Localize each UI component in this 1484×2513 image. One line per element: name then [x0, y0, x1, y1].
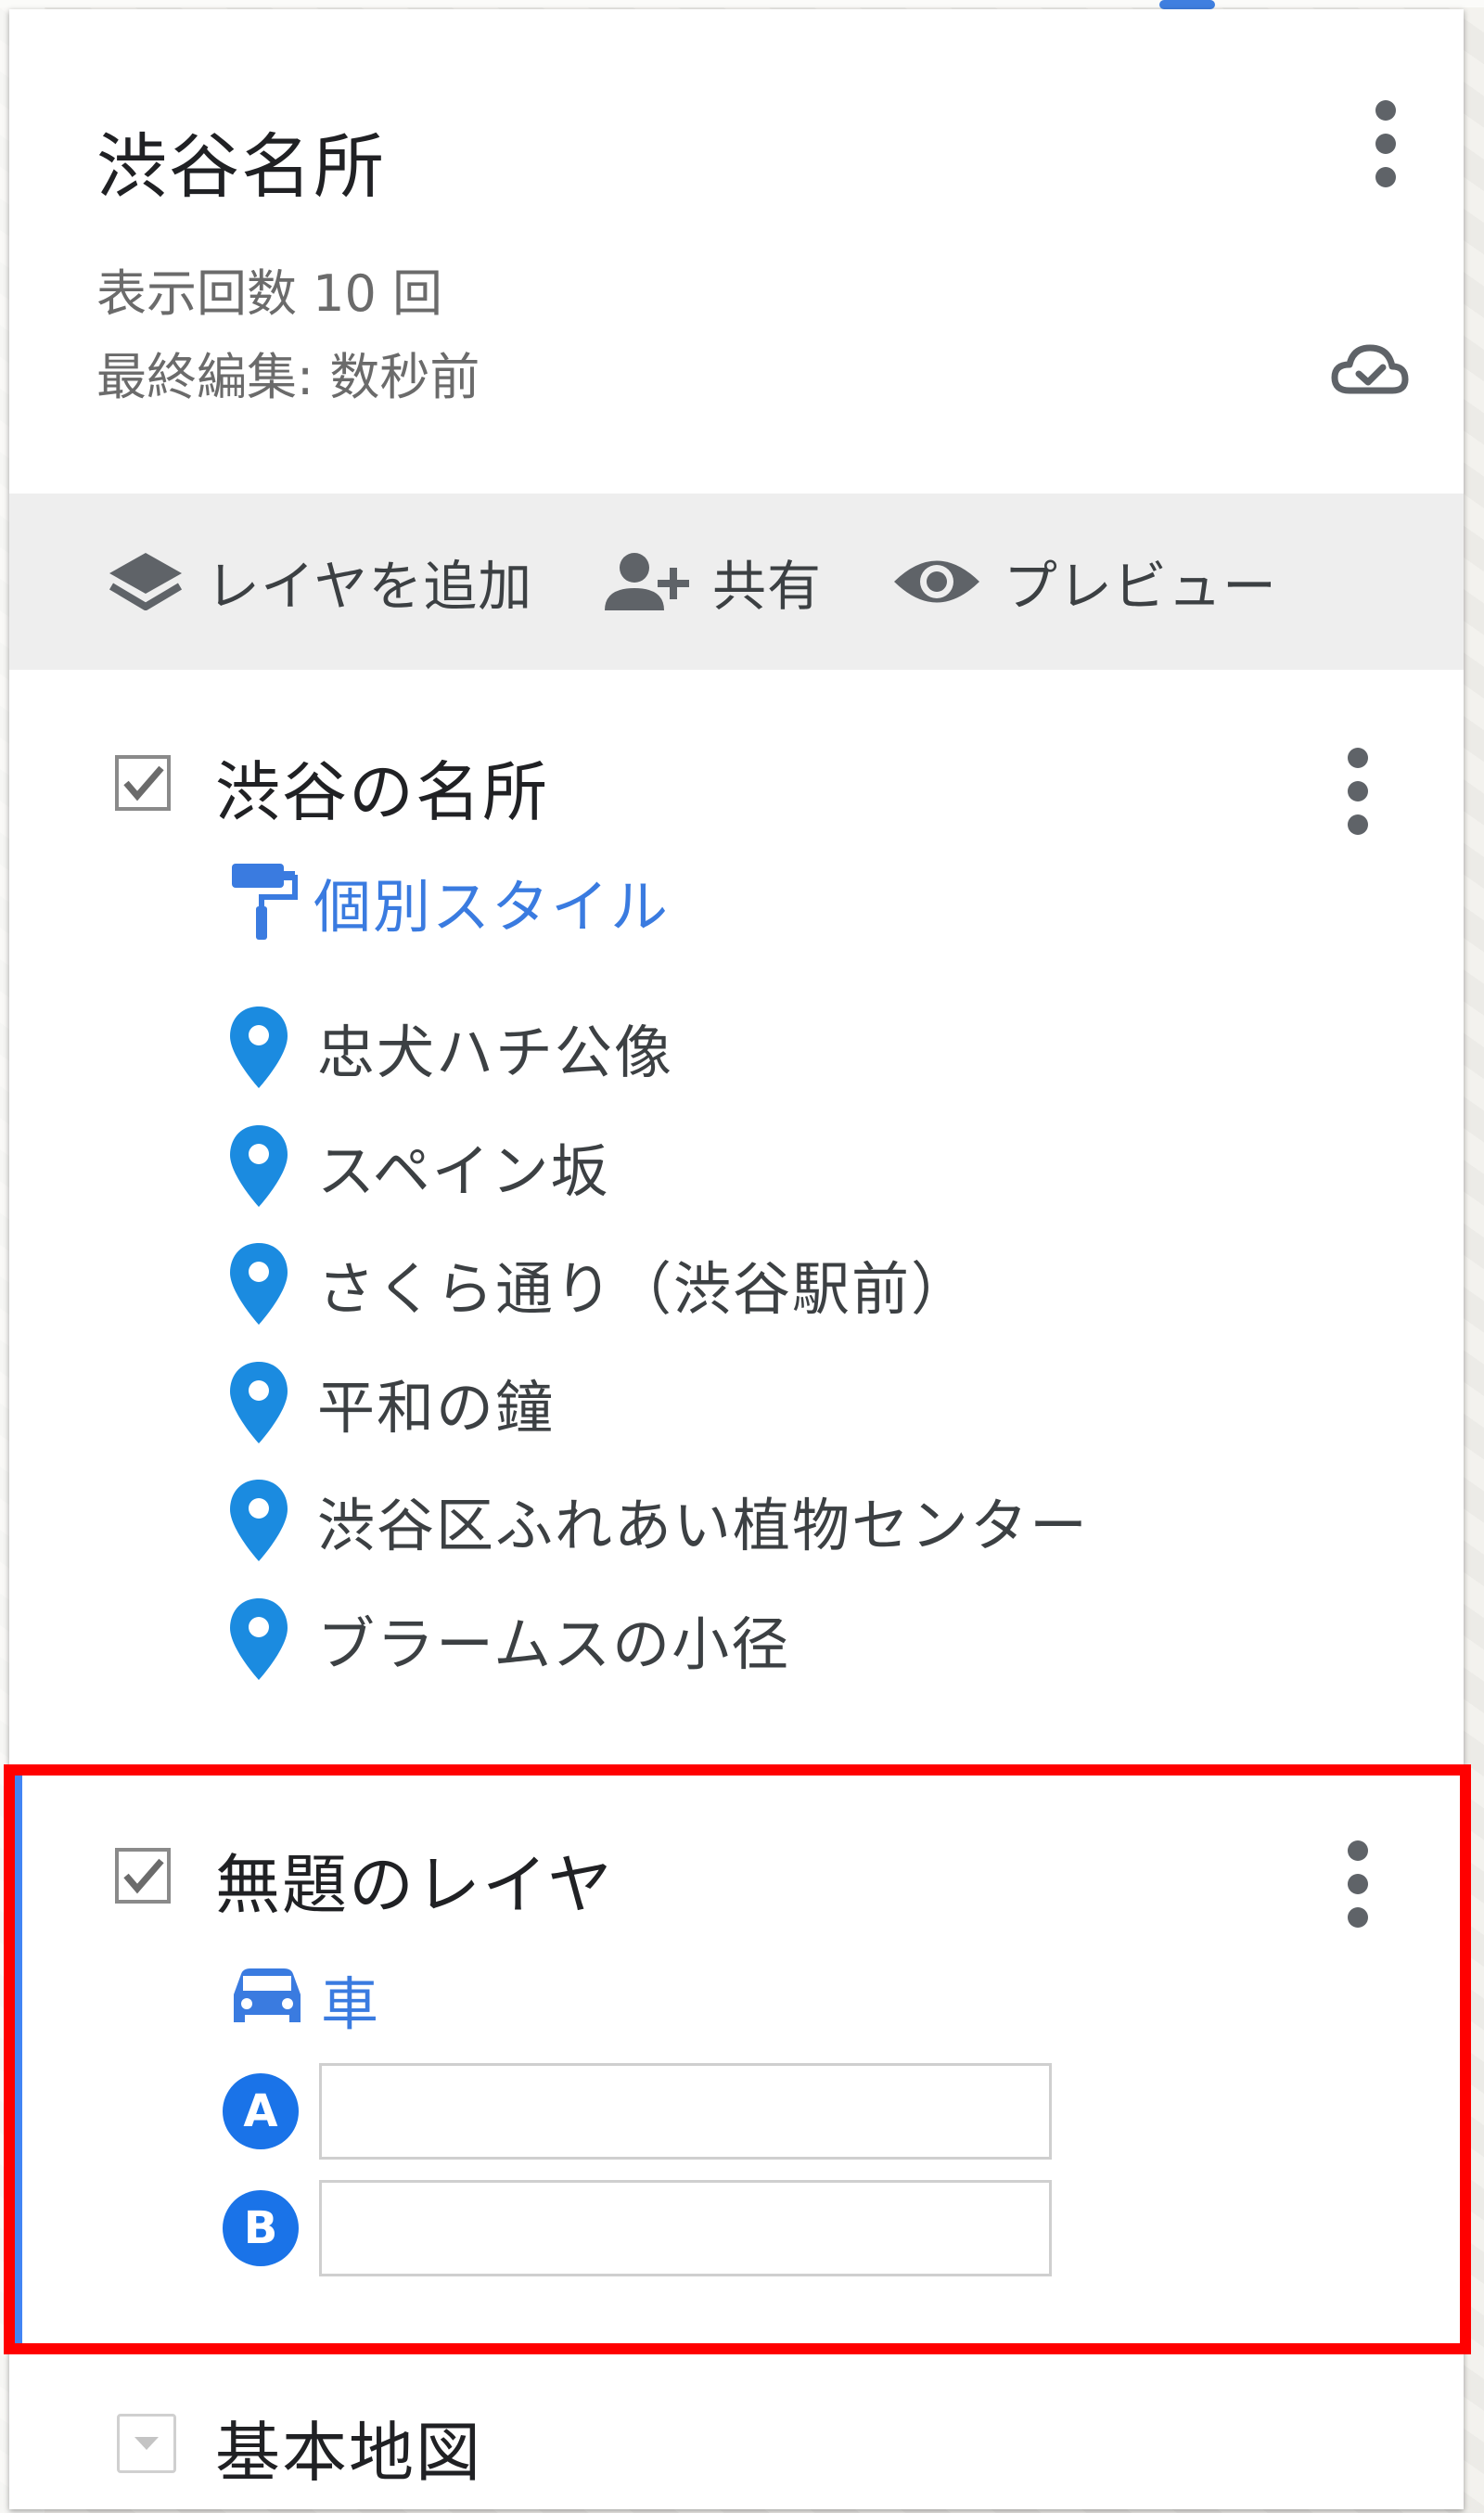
- map-editor-panel: 渋谷名所 表示回数 10 回 最終編集: 数秒前 レイヤを追加 共有 プレビュー…: [9, 9, 1464, 2509]
- base-map-section: 基本地図: [9, 2347, 1464, 2509]
- add-layer-button[interactable]: レイヤを追加: [106, 494, 532, 670]
- map-pin-icon: [230, 1480, 288, 1561]
- place-name: ブラームスの小径: [317, 1610, 791, 1678]
- map-road: [0, 0, 1484, 7]
- place-item[interactable]: スペイン坂: [226, 1115, 610, 1217]
- layer-options-menu-button[interactable]: [1331, 742, 1387, 844]
- travel-mode-link[interactable]: 車: [228, 1957, 380, 2041]
- place-item[interactable]: 渋谷区ふれあい植物センター: [226, 1469, 1089, 1571]
- map-pin-icon: [230, 1243, 288, 1325]
- place-item[interactable]: 平和の鐘: [226, 1352, 555, 1454]
- waypoint-a-row: A: [223, 2063, 1052, 2160]
- layers-icon: [109, 553, 183, 610]
- waypoint-a-badge: A: [223, 2073, 299, 2149]
- more-vert-icon: [1375, 134, 1396, 154]
- place-item[interactable]: ブラームスの小径: [226, 1588, 790, 1690]
- more-vert-icon: [1348, 781, 1368, 801]
- place-item[interactable]: さくら通り（渋谷駅前）: [226, 1233, 970, 1335]
- layer-title[interactable]: 無題のレイヤ: [215, 1833, 614, 1927]
- place-name: さくら通り（渋谷駅前）: [317, 1255, 971, 1323]
- place-name: 忠犬ハチ公像: [317, 1019, 674, 1086]
- person-add-icon: [605, 553, 689, 610]
- map-pin-icon: [230, 1362, 288, 1443]
- car-icon: [234, 1968, 301, 2022]
- paint-roller-icon: [232, 864, 298, 940]
- map-pin-icon: [230, 1598, 288, 1680]
- layer-title[interactable]: 渋谷の名所: [215, 740, 549, 834]
- individual-style-link[interactable]: 個別スタイル: [228, 860, 670, 943]
- base-map-expand-button[interactable]: [117, 2414, 176, 2473]
- share-label: 共有: [712, 555, 823, 618]
- place-name: 平和の鐘: [317, 1374, 556, 1442]
- selected-layer-indicator: [9, 1774, 22, 2349]
- more-vert-icon: [1375, 167, 1396, 187]
- travel-mode-label: 車: [321, 1970, 381, 2038]
- map-toolbar: レイヤを追加 共有 プレビュー: [9, 494, 1464, 670]
- place-name: スペイン坂: [317, 1137, 610, 1205]
- chevron-down-icon: [134, 2437, 159, 2450]
- map-pin-icon: [230, 1125, 288, 1207]
- more-vert-icon: [1348, 814, 1368, 835]
- waypoint-a-input[interactable]: [319, 2063, 1052, 2160]
- layer-untitled: 無題のレイヤ 車 A B: [9, 1755, 1464, 2349]
- eye-icon: [894, 560, 979, 603]
- add-layer-label: レイヤを追加: [206, 555, 533, 618]
- waypoint-b-input[interactable]: [319, 2180, 1052, 2276]
- place-item[interactable]: 忠犬ハチ公像: [226, 996, 673, 1098]
- individual-style-label: 個別スタイル: [313, 873, 671, 941]
- map-title[interactable]: 渋谷名所: [96, 109, 386, 212]
- map-pin-icon: [230, 1006, 288, 1088]
- place-name: 渋谷区ふれあい植物センター: [317, 1492, 1090, 1559]
- more-vert-icon: [1348, 1874, 1368, 1894]
- map-header: 渋谷名所 表示回数 10 回 最終編集: 数秒前: [9, 9, 1464, 494]
- layer-visibility-checkbox[interactable]: [115, 1848, 171, 1904]
- share-button[interactable]: 共有: [599, 494, 822, 670]
- waypoint-b-badge: B: [223, 2190, 299, 2266]
- checkmark-icon: [123, 1858, 164, 1894]
- preview-label: プレビュー: [1004, 555, 1278, 618]
- more-vert-icon: [1348, 748, 1368, 768]
- checkmark-icon: [123, 765, 164, 801]
- cloud-saved-icon: [1331, 344, 1409, 394]
- last-edited-status: 最終編集: 数秒前: [96, 348, 480, 406]
- view-count: 表示回数 10 回: [96, 264, 443, 323]
- more-vert-icon: [1348, 1907, 1368, 1928]
- more-vert-icon: [1348, 1840, 1368, 1861]
- preview-button[interactable]: プレビュー: [890, 494, 1277, 670]
- layer-shibuya-landmarks: 渋谷の名所 個別スタイル 忠犬ハチ公像 スペイン坂 さくら通り（渋谷駅前） 平和…: [9, 670, 1464, 1757]
- layer-options-menu-button[interactable]: [1331, 1835, 1387, 1937]
- map-label: [1159, 0, 1215, 9]
- base-map-title[interactable]: 基本地図: [215, 2401, 482, 2494]
- layer-visibility-checkbox[interactable]: [115, 755, 171, 811]
- waypoint-b-row: B: [223, 2180, 1052, 2276]
- map-options-menu-button[interactable]: [1359, 93, 1414, 195]
- more-vert-icon: [1375, 100, 1396, 121]
